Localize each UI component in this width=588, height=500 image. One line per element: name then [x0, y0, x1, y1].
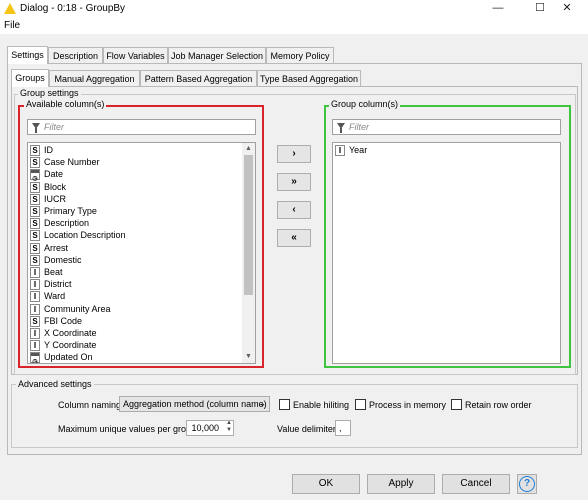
available-item-label: Updated On: [44, 352, 93, 363]
available-item-label: District: [44, 279, 72, 290]
date-type-icon: ◷: [30, 352, 40, 363]
string-type-icon: S: [30, 230, 40, 242]
string-type-icon: S: [30, 315, 40, 327]
available-item-label: ID: [44, 145, 53, 155]
advanced-settings-box: [11, 384, 578, 448]
available-item-label: Domestic: [44, 254, 82, 265]
integer-type-icon: I: [30, 291, 40, 303]
tab-memory-policy[interactable]: Memory Policy: [266, 47, 334, 64]
window-title: Dialog - 0:18 - GroupBy: [20, 3, 126, 14]
integer-type-icon: I: [30, 340, 40, 352]
subtab-manual-aggregation[interactable]: Manual Aggregation: [49, 70, 140, 87]
available-item-label: Description: [44, 218, 90, 229]
value-delimiter-value: ,: [339, 423, 342, 433]
add-button[interactable]: ›: [277, 145, 311, 163]
integer-type-icon: I: [30, 279, 40, 291]
spinner-arrows-icon[interactable]: ▲ ▼: [226, 420, 232, 434]
apply-button[interactable]: Apply: [367, 474, 435, 494]
max-unique-spinner[interactable]: 10,000 ▲ ▼: [186, 420, 234, 436]
menu-bar: File: [0, 17, 588, 34]
string-type-icon: S: [30, 206, 40, 217]
group-columns-legend: Group column(s): [329, 99, 401, 109]
string-type-icon: S: [30, 145, 40, 156]
available-item-label: Date: [44, 169, 64, 180]
available-item-label: Ward: [44, 291, 66, 302]
help-icon: ?: [519, 476, 535, 492]
warning-icon: [4, 3, 16, 14]
integer-type-icon: I: [30, 303, 40, 315]
tab-description[interactable]: Description: [48, 47, 103, 64]
group-settings-legend: Group settings: [18, 88, 81, 98]
available-item-label: X Coordinate: [44, 328, 97, 338]
available-columns-legend: Available column(s): [24, 99, 107, 109]
max-unique-value: 10,000: [191, 423, 219, 433]
available-list-scrollbar[interactable]: ▲ ▼: [242, 143, 255, 363]
string-type-icon: S: [30, 218, 40, 230]
column-naming-value: Aggregation method (column name): [123, 399, 267, 409]
available-item-label: Y Coordinate: [44, 340, 97, 351]
available-item-label: FBI Code: [44, 315, 83, 326]
available-filter-input[interactable]: Filter: [27, 119, 256, 135]
group-filter-placeholder: Filter: [349, 122, 369, 132]
available-columns-list[interactable]: S ID S Case Number ◷ Date S Block S IUCR S Primary …: [27, 142, 256, 364]
tab-job-manager-selection[interactable]: Job Manager Selection: [168, 47, 266, 64]
integer-type-icon: I: [335, 145, 345, 156]
filter-icon: [337, 123, 345, 133]
available-item-label: Beat: [44, 267, 63, 277]
process-in-memory-checkbox[interactable]: [355, 399, 366, 410]
group-columns-list[interactable]: I Year: [332, 142, 561, 364]
advanced-settings-legend: Advanced settings: [16, 379, 94, 389]
close-button[interactable]: ✕: [546, 0, 588, 17]
remove-button[interactable]: ‹: [277, 201, 311, 219]
enable-hiliting-checkbox[interactable]: [279, 399, 290, 410]
help-button[interactable]: ?: [517, 474, 537, 494]
ok-button[interactable]: OK: [292, 474, 360, 494]
available-item-label: Location Description: [44, 230, 126, 241]
available-filter-placeholder: Filter: [44, 122, 64, 132]
available-item-label: Primary Type: [44, 206, 97, 216]
filter-icon: [32, 123, 40, 133]
available-item-label: IUCR: [44, 193, 66, 204]
group-filter-input[interactable]: Filter: [332, 119, 561, 135]
max-unique-label: Maximum unique values per group: [58, 424, 197, 434]
value-delimiter-label: Value delimiter: [277, 424, 336, 434]
scroll-down-icon[interactable]: ▼: [242, 351, 255, 363]
process-in-memory-label: Process in memory: [369, 400, 447, 410]
tab-flow-variables[interactable]: Flow Variables: [103, 47, 168, 64]
chevron-down-icon: ⌄: [259, 399, 266, 408]
available-item-label: Block: [44, 181, 67, 192]
string-type-icon: S: [30, 254, 40, 266]
subtab-type-based-aggregation[interactable]: Type Based Aggregation: [257, 70, 361, 87]
date-type-icon: ◷: [30, 169, 40, 182]
subtab-pattern-based-aggregation[interactable]: Pattern Based Aggregation: [140, 70, 257, 87]
retain-row-order-checkbox[interactable]: [451, 399, 462, 410]
retain-row-order-label: Retain row order: [465, 400, 532, 410]
string-type-icon: S: [30, 242, 40, 254]
tab-settings[interactable]: Settings: [7, 46, 48, 64]
integer-type-icon: I: [30, 328, 40, 339]
column-naming-label: Column naming:: [58, 400, 124, 410]
group-item-label: Year: [349, 145, 368, 155]
remove-all-button[interactable]: «: [277, 229, 311, 247]
menu-file[interactable]: File: [4, 20, 20, 31]
string-type-icon: S: [30, 193, 40, 205]
string-type-icon: S: [30, 181, 40, 193]
add-all-button[interactable]: »: [277, 173, 311, 191]
title-bar: Dialog - 0:18 - GroupBy — ☐ ✕: [0, 0, 588, 17]
available-item-label: Case Number: [44, 157, 100, 168]
available-item-label: Community Area: [44, 303, 111, 314]
subtab-groups[interactable]: Groups: [11, 69, 49, 87]
scroll-thumb[interactable]: [244, 155, 253, 295]
integer-type-icon: I: [30, 267, 40, 278]
scroll-up-icon[interactable]: ▲: [242, 143, 255, 155]
value-delimiter-input[interactable]: ,: [335, 420, 351, 436]
minimize-button[interactable]: —: [477, 0, 519, 17]
string-type-icon: S: [30, 157, 40, 169]
cancel-button[interactable]: Cancel: [442, 474, 510, 494]
column-naming-select[interactable]: Aggregation method (column name) ⌄: [119, 396, 270, 412]
enable-hiliting-label: Enable hiliting: [293, 400, 350, 410]
available-item-label: Arrest: [44, 242, 69, 253]
